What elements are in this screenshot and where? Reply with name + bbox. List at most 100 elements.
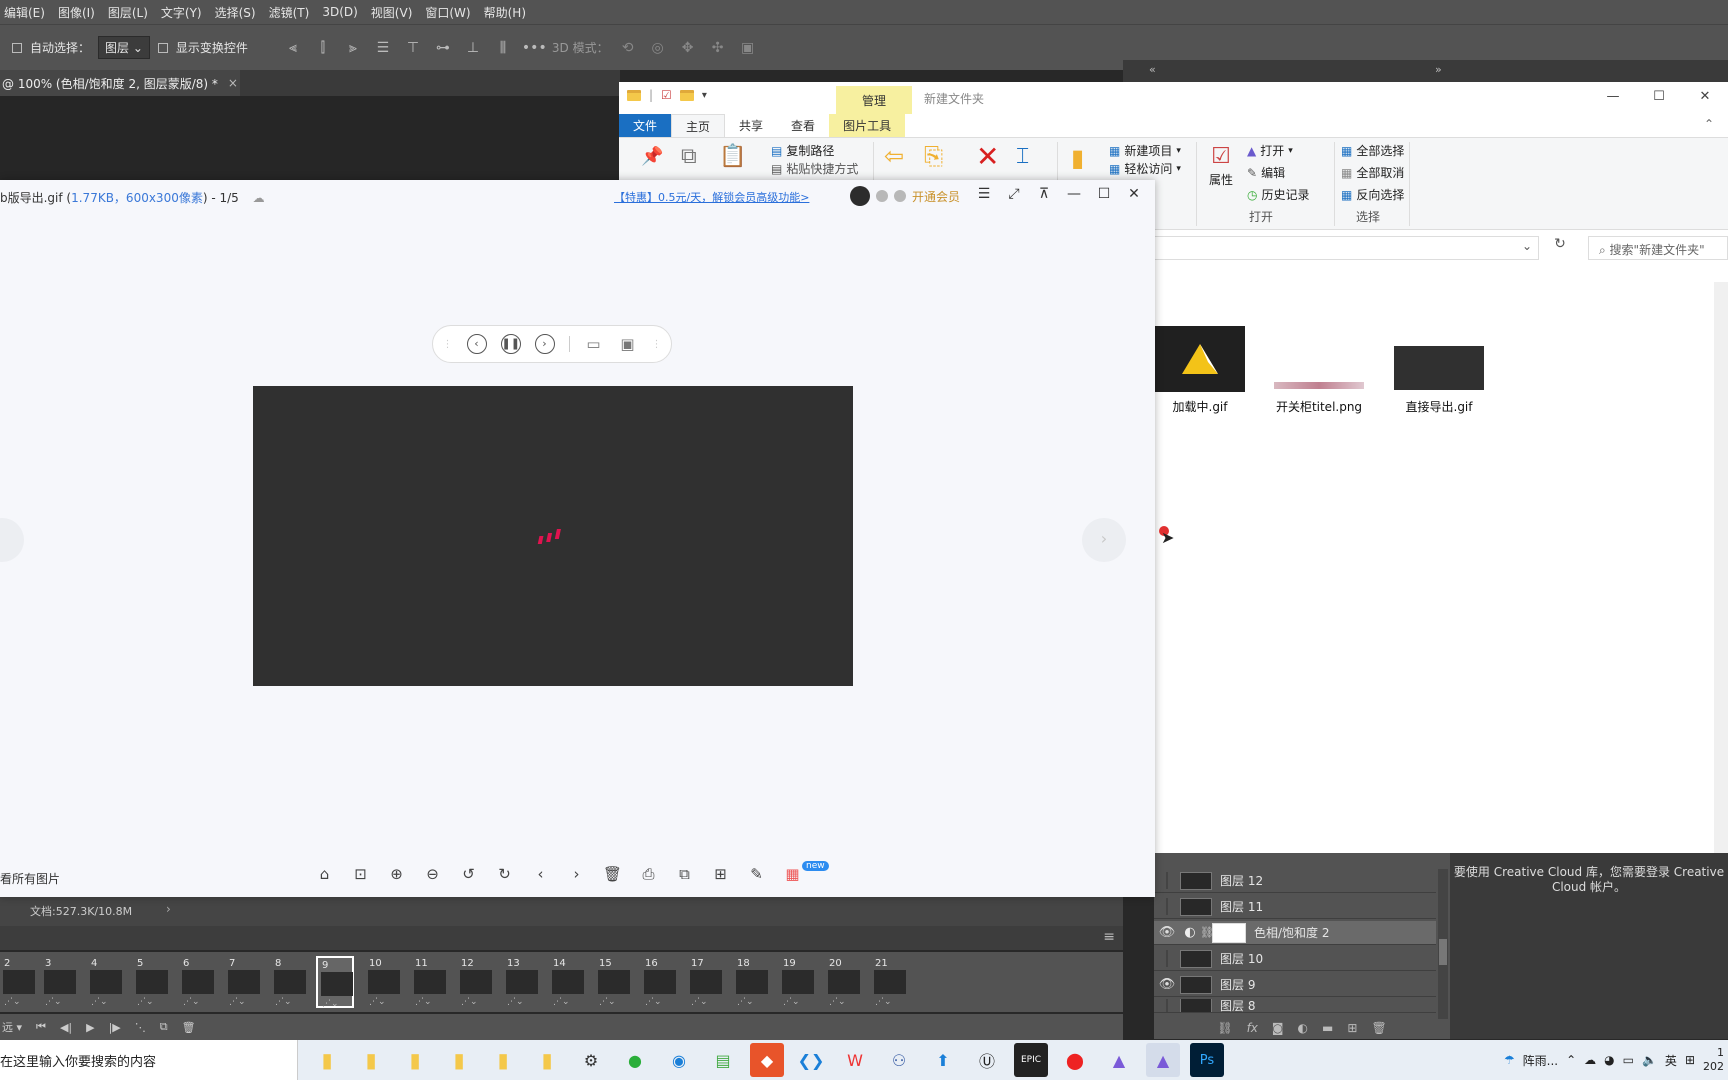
close-icon[interactable]: ✕ — [1682, 82, 1728, 114]
align-center-icon[interactable]: ⫿ — [312, 40, 334, 56]
properties-button[interactable]: ☑ 属性 — [1209, 144, 1233, 188]
trash-icon[interactable]: 🗑 — [1371, 1021, 1386, 1035]
roll-3d-icon[interactable]: ◎ — [647, 40, 669, 56]
folder-icon[interactable]: ▮ — [354, 1043, 388, 1077]
link-layers-icon[interactable]: ⛓ — [1217, 1021, 1232, 1035]
folder-icon[interactable]: ▮ — [442, 1043, 476, 1077]
file-item[interactable]: 直接导出.gif — [1394, 326, 1484, 415]
compare-icon[interactable]: ⊞ — [708, 865, 733, 883]
align-right-icon[interactable]: ⫸ — [342, 40, 364, 56]
move-to-icon[interactable]: ⇦ — [884, 142, 904, 170]
visibility-toggle[interactable] — [1154, 872, 1180, 889]
file-item[interactable]: 加载中.gif — [1155, 326, 1245, 415]
frame[interactable]: 6 ⋰⌄ — [179, 956, 217, 1008]
wps-icon[interactable]: W — [838, 1043, 872, 1077]
add-mask-icon[interactable]: ◙ — [1272, 1021, 1284, 1035]
image-viewer-icon[interactable]: ▲ — [1102, 1043, 1136, 1077]
cloud-off-icon[interactable]: ☁ — [1584, 1053, 1596, 1067]
edit-button[interactable]: ✎ 编辑 — [1247, 164, 1285, 181]
copy-path-button[interactable]: ▤ 复制路径 — [771, 142, 834, 159]
eye-icon[interactable]: 👁 — [1154, 925, 1180, 940]
scrollbar[interactable] — [1714, 282, 1728, 854]
speaker-icon[interactable]: 🔈 — [1642, 1053, 1657, 1067]
next-icon[interactable]: › — [564, 865, 589, 883]
visibility-toggle[interactable] — [1154, 999, 1180, 1012]
eye-icon[interactable]: 👁 — [1154, 977, 1180, 992]
frame-selected[interactable]: 9 ⋰⌄ — [316, 956, 354, 1009]
photoshop-icon[interactable]: Ps — [1190, 1043, 1224, 1077]
qq-icon[interactable]: ◕ — [1604, 1053, 1614, 1067]
chevron-down-icon[interactable]: ⌄ — [1522, 239, 1532, 253]
menu-3d[interactable]: 3D(D) — [322, 5, 357, 19]
invert-selection-button[interactable]: ▦ 反向选择 — [1341, 186, 1404, 203]
network-app-icon[interactable]: ⚇ — [882, 1043, 916, 1077]
save-frame-icon[interactable]: ▭ — [584, 334, 604, 354]
paste-shortcut-button[interactable]: ▤ 粘贴快捷方式 — [771, 160, 858, 177]
view-all-link[interactable]: 看所有图片 — [0, 870, 60, 887]
customize-qa-icon[interactable]: ▾ — [702, 90, 707, 101]
rename-icon[interactable]: ⌶ — [1016, 144, 1029, 169]
mouse-icon[interactable]: ⌂ — [312, 865, 337, 883]
frame[interactable]: 16 ⋰⌄ — [641, 956, 679, 1008]
align-bottom-icon[interactable]: ⊥ — [462, 40, 484, 56]
align-middle-icon[interactable]: ⊶ — [432, 40, 454, 56]
easy-access-button[interactable]: ▦ 轻松访问 ▾ — [1109, 160, 1181, 177]
vip-promo-link[interactable]: 【特惠】0.5元/天，解锁会员高级功能> — [614, 189, 809, 205]
layer-row[interactable]: 👁 图层 9 — [1154, 973, 1436, 997]
keyboard-icon[interactable]: ⊞ — [1685, 1053, 1695, 1067]
tab-view[interactable]: 查看 — [777, 114, 829, 137]
avatar[interactable] — [850, 186, 870, 206]
folder-icon[interactable]: ▮ — [310, 1043, 344, 1077]
new-layer-icon[interactable]: ⊞ — [1347, 1021, 1357, 1035]
camera-3d-icon[interactable]: ▣ — [737, 40, 759, 56]
frame[interactable]: 20 ⋰⌄ — [825, 956, 863, 1008]
maximize-icon[interactable]: ☐ — [1636, 82, 1682, 114]
distribute-icon[interactable]: ☰ — [372, 40, 394, 56]
open-vip-button[interactable]: 开通会员 — [912, 188, 960, 205]
select-none-button[interactable]: ▦ 全部取消 — [1341, 164, 1404, 181]
notepad-icon[interactable]: ▤ — [706, 1043, 740, 1077]
folder-icon[interactable]: ▮ — [530, 1043, 564, 1077]
vscode-icon[interactable]: ❮❯ — [794, 1043, 828, 1077]
layer-row[interactable]: 图层 8 — [1154, 999, 1436, 1013]
delete-icon[interactable]: ✕ — [976, 140, 999, 173]
frame[interactable]: 8 ⋰⌄ — [271, 956, 309, 1008]
distribute-vertical-icon[interactable]: ⫼ — [492, 40, 514, 56]
battery-icon[interactable]: ▭ — [1623, 1053, 1634, 1067]
new-item-button[interactable]: ▦ 新建项目 ▾ — [1109, 142, 1181, 159]
weather-text[interactable]: 阵雨... — [1523, 1052, 1558, 1069]
adjustment-icon[interactable]: ◐ — [1298, 1021, 1308, 1035]
tab-file[interactable]: 文件 — [619, 114, 672, 137]
recorder-icon[interactable]: ⬤ — [1058, 1043, 1092, 1077]
edit-icon[interactable]: ✎ — [744, 865, 769, 883]
frame[interactable]: 18 ⋰⌄ — [733, 956, 771, 1008]
menu-filter[interactable]: 滤镜(T) — [269, 4, 310, 21]
search-input[interactable]: ⌕ 搜索"新建文件夹" — [1588, 236, 1728, 260]
collapse-left-icon[interactable]: « — [1149, 63, 1156, 76]
app-orange-icon[interactable]: ◆ — [750, 1043, 784, 1077]
frame[interactable]: 2 ⋰⌄ — [0, 956, 38, 1008]
menu-select[interactable]: 选择(S) — [215, 4, 256, 21]
refresh-icon[interactable]: ↻ — [1548, 236, 1572, 260]
layer-row[interactable]: 👁 ◐ ⛓ 色相/饱和度 2 — [1154, 921, 1436, 945]
layers-scrollbar[interactable] — [1438, 869, 1448, 1019]
align-left-icon[interactable]: ⫷ — [282, 40, 304, 56]
group-folder-icon[interactable]: ▬ — [1322, 1021, 1333, 1035]
epic-games-icon[interactable]: EPIC — [1014, 1043, 1048, 1077]
layer-row[interactable]: 图层 11 — [1154, 895, 1436, 919]
layer-row[interactable]: 图层 10 — [1154, 947, 1436, 971]
menu-type[interactable]: 文字(Y) — [161, 4, 202, 21]
minimize-icon[interactable]: — — [1065, 186, 1083, 202]
auto-select-dropdown[interactable]: 图层 ⌄ — [98, 36, 150, 59]
panel-menu-icon[interactable]: ≡ — [1103, 929, 1115, 945]
prev-frame-icon[interactable]: ‹ — [466, 334, 487, 354]
new-folder-icon[interactable] — [679, 89, 694, 101]
settings-gear-icon[interactable]: ⚙ — [574, 1043, 608, 1077]
trash-icon[interactable]: 🗑 — [600, 865, 625, 883]
frame[interactable]: 12 ⋰⌄ — [457, 956, 495, 1008]
manage-context-tab[interactable]: 管理 — [836, 86, 912, 114]
tab-home[interactable]: 主页 — [671, 114, 726, 137]
more-icon[interactable]: ••• — [522, 40, 547, 56]
slide-3d-icon[interactable]: ✣ — [707, 40, 729, 56]
frame[interactable]: 15 ⋰⌄ — [595, 956, 633, 1008]
